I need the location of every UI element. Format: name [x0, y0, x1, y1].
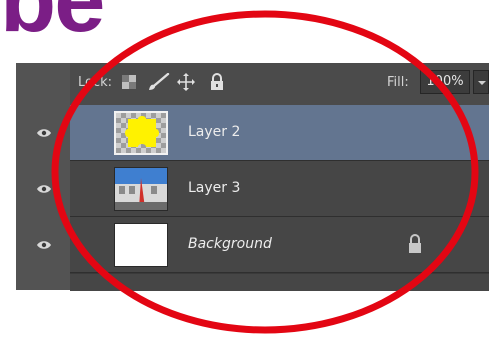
red-circle-annotation — [51, 10, 479, 334]
